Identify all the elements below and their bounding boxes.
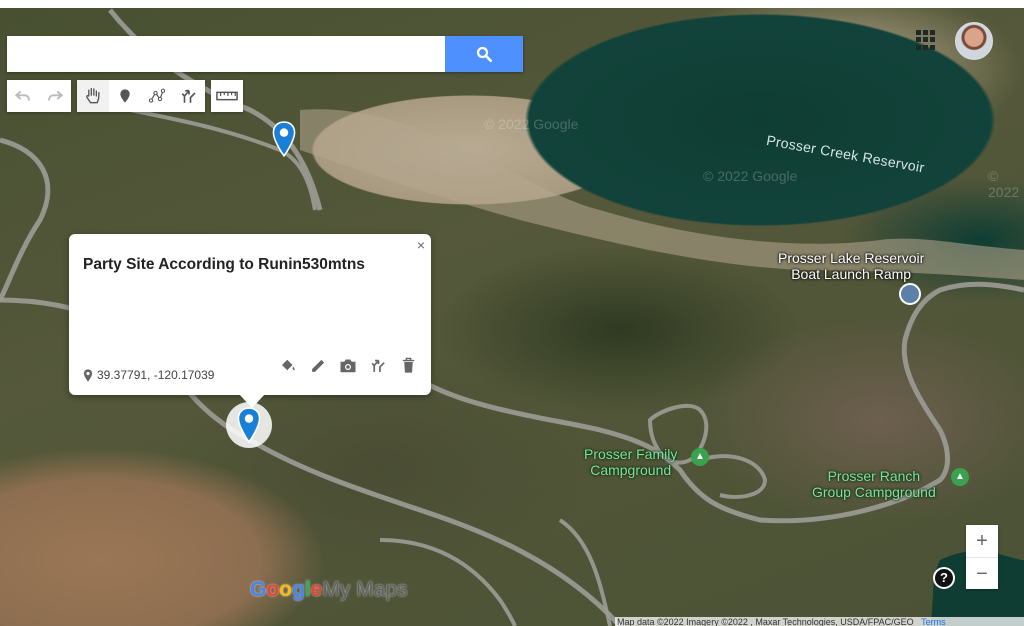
search-bar <box>7 36 523 72</box>
delete-button[interactable] <box>399 356 417 374</box>
marker-icon <box>120 89 130 103</box>
account-avatar[interactable] <box>955 22 993 60</box>
measure-button[interactable] <box>211 80 243 112</box>
campground-icon[interactable]: ▲ <box>691 448 709 466</box>
zoom-control: + − <box>966 525 998 589</box>
map-toolbar <box>7 80 243 112</box>
zoom-out-button[interactable]: − <box>966 558 998 590</box>
imagery-watermark: © 2022 <box>988 168 1020 200</box>
draw-line-button[interactable] <box>141 80 173 112</box>
attribution-text: Map data ©2022 Imagery ©2022 , Maxar Tec… <box>617 617 914 626</box>
pan-button[interactable] <box>77 80 109 112</box>
search-icon <box>476 46 493 63</box>
undo-icon <box>14 90 30 101</box>
terms-link[interactable]: Terms <box>921 617 946 626</box>
directions-icon <box>371 359 385 372</box>
map-pin-icon[interactable] <box>271 121 297 157</box>
add-marker-button[interactable] <box>109 80 141 112</box>
zoom-in-button[interactable]: + <box>966 525 998 558</box>
boat-launch-label[interactable]: Prosser Lake Reservoir Boat Launch Ramp <box>778 250 924 282</box>
map-pin-icon <box>237 407 261 443</box>
search-button[interactable] <box>445 36 523 72</box>
map-attribution: Map data ©2022 Imagery ©2022 , Maxar Tec… <box>615 617 1024 626</box>
selected-marker[interactable] <box>226 402 272 448</box>
edit-button[interactable] <box>309 356 327 374</box>
top-edge <box>0 0 1024 8</box>
coordinates-text: 39.37791, -120.17039 <box>97 368 215 382</box>
tools-group <box>77 80 205 112</box>
ruler-icon <box>216 91 238 101</box>
pencil-icon <box>311 359 324 372</box>
imagery-watermark: © 2022 Google <box>484 116 579 132</box>
redo-button[interactable] <box>39 80 71 112</box>
info-window-actions <box>279 356 417 374</box>
google-my-maps-logo: GoogleMy Maps <box>250 578 408 601</box>
directions-button[interactable] <box>173 80 205 112</box>
undo-button[interactable] <box>7 80 39 112</box>
draw-line-icon <box>148 88 166 103</box>
location-pin-icon <box>83 368 93 382</box>
paint-bucket-icon <box>282 359 295 371</box>
hand-icon <box>86 87 100 104</box>
ranch-campground-label[interactable]: Prosser Ranch Group Campground <box>812 468 936 500</box>
history-group <box>7 80 71 112</box>
search-input[interactable] <box>7 36 445 72</box>
close-button[interactable]: × <box>417 237 425 253</box>
boat-launch-icon[interactable] <box>899 283 921 305</box>
info-window: Party Site According to Runin530mtns × 3… <box>69 234 431 408</box>
style-button[interactable] <box>279 356 297 374</box>
directions-icon <box>181 89 196 103</box>
directions-button[interactable] <box>369 356 387 374</box>
help-icon: ? <box>935 569 953 587</box>
family-campground-label[interactable]: Prosser Family Campground <box>584 446 677 478</box>
redo-icon <box>48 90 64 101</box>
info-window-title: Party Site According to Runin530mtns <box>83 256 365 273</box>
imagery-watermark: © 2022 Google <box>703 168 798 184</box>
measure-group <box>211 80 243 112</box>
help-button[interactable]: ? <box>933 567 955 589</box>
apps-grid-icon[interactable] <box>916 30 936 50</box>
add-photo-button[interactable] <box>339 356 357 374</box>
trash-icon <box>402 357 414 373</box>
coordinates: 39.37791, -120.17039 <box>83 368 214 382</box>
campground-icon[interactable]: ▲ <box>951 468 969 486</box>
camera-icon <box>340 359 356 372</box>
